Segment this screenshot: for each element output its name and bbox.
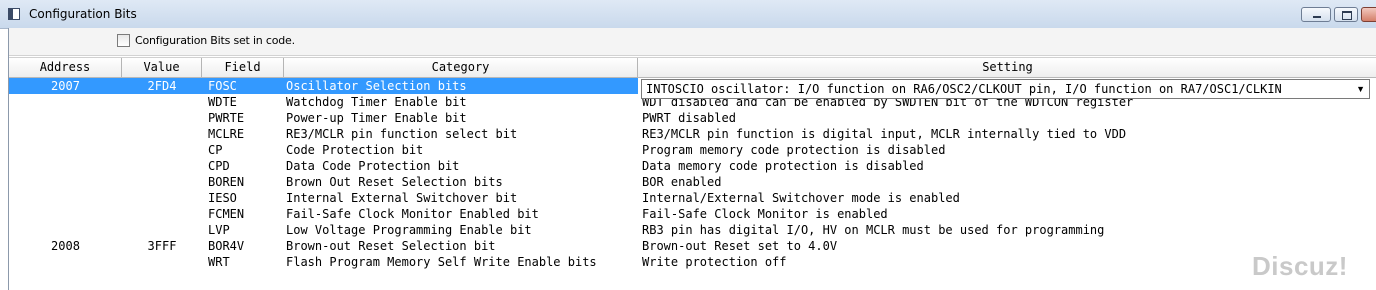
cell-setting: Data memory code protection is disabled bbox=[642, 159, 924, 173]
table-header: Address Value Field Category Setting bbox=[9, 57, 1376, 78]
cell-address bbox=[9, 206, 122, 222]
config-bits-in-code-checkbox[interactable] bbox=[117, 34, 130, 47]
window-icon bbox=[8, 8, 20, 20]
cell-category: Code Protection bit bbox=[286, 143, 424, 157]
table-row[interactable]: LVP Low Voltage Programming Enable bit RB3… bbox=[9, 222, 1376, 238]
toolstrip: Configuration Bits set in code. bbox=[9, 28, 1376, 56]
cell-value bbox=[122, 126, 202, 142]
cell-address bbox=[9, 126, 122, 142]
cell-field: PWRTE bbox=[208, 111, 245, 125]
cell-field: IESO bbox=[208, 191, 237, 205]
cell-field: BOR4V bbox=[208, 239, 245, 253]
column-header-field[interactable]: Field bbox=[202, 58, 284, 77]
cell-address bbox=[9, 174, 122, 190]
cell-category: Power-up Timer Enable bit bbox=[286, 111, 467, 125]
cell-address bbox=[9, 94, 122, 110]
table-row[interactable]: IESO Internal External Switchover bit Inte… bbox=[9, 190, 1376, 206]
chevron-down-icon[interactable]: ▼ bbox=[1356, 84, 1365, 94]
table-row[interactable]: PWRTE Power-up Timer Enable bit PWRT disab… bbox=[9, 110, 1376, 126]
cell-value: 3FFF bbox=[147, 239, 177, 253]
cell-field: WRT bbox=[208, 255, 230, 269]
cell-value bbox=[122, 222, 202, 238]
window-title: Configuration Bits bbox=[29, 7, 137, 21]
cell-category: Brown-out Reset Selection bit bbox=[286, 239, 496, 253]
cell-setting: RB3 pin has digital I/O, HV on MCLR must… bbox=[642, 223, 1105, 237]
cell-category: Fail-Safe Clock Monitor Enabled bit bbox=[286, 207, 539, 221]
config-bits-panel: Configuration Bits set in code. Address … bbox=[8, 28, 1376, 290]
cell-value bbox=[122, 254, 202, 270]
cell-category: Internal External Switchover bit bbox=[286, 191, 518, 205]
title-bar: Configuration Bits bbox=[0, 0, 1376, 29]
cell-setting: BOR enabled bbox=[642, 175, 722, 189]
column-header-category[interactable]: Category bbox=[284, 58, 638, 77]
table-row[interactable]: 2008 3FFF BOR4V Brown-out Reset Selection b… bbox=[9, 238, 1376, 254]
cell-setting: Internal/External Switchover mode is ena… bbox=[642, 191, 960, 205]
cell-value bbox=[122, 142, 202, 158]
config-bits-in-code-label: Configuration Bits set in code. bbox=[135, 34, 295, 47]
setting-dropdown-value: INTOSCIO oscillator: I/O function on RA6… bbox=[646, 82, 1282, 96]
cell-field: LVP bbox=[208, 223, 230, 237]
cell-value bbox=[122, 158, 202, 174]
cell-setting: Fail-Safe Clock Monitor is enabled bbox=[642, 207, 888, 221]
cell-value bbox=[122, 190, 202, 206]
column-header-address[interactable]: Address bbox=[9, 58, 122, 77]
watermark-logo: Discuz! bbox=[1252, 251, 1348, 281]
cell-category: Flash Program Memory Self Write Enable b… bbox=[286, 255, 597, 269]
cell-address bbox=[9, 222, 122, 238]
table-row[interactable]: FCMEN Fail-Safe Clock Monitor Enabled bit… bbox=[9, 206, 1376, 222]
cell-category: Low Voltage Programming Enable bit bbox=[286, 223, 532, 237]
cell-category: Brown Out Reset Selection bits bbox=[286, 175, 503, 189]
table-row[interactable]: MCLRE RE3/MCLR pin function select bit RE3… bbox=[9, 126, 1376, 142]
cell-category: Watchdog Timer Enable bit bbox=[286, 95, 467, 109]
cell-value bbox=[122, 206, 202, 222]
table-row[interactable]: 20072FD4FOSCOscillator Selection bitsINT… bbox=[9, 78, 638, 94]
cell-value bbox=[122, 110, 202, 126]
cell-field: BOREN bbox=[208, 175, 245, 189]
cell-value: 2FD4 bbox=[147, 79, 177, 93]
close-button[interactable] bbox=[1361, 7, 1376, 22]
cell-setting: Program memory code protection is disabl… bbox=[642, 143, 946, 157]
cell-category: RE3/MCLR pin function select bit bbox=[286, 127, 518, 141]
cell-field: CPD bbox=[208, 159, 230, 173]
cell-field: FCMEN bbox=[208, 207, 245, 221]
cell-category: Data Code Protection bit bbox=[286, 159, 460, 173]
column-header-setting[interactable]: Setting bbox=[638, 58, 1376, 77]
table-row[interactable]: CP Code Protection bit Program memory code… bbox=[9, 142, 1376, 158]
cell-category: Oscillator Selection bits bbox=[286, 79, 467, 93]
cell-field: WDTE bbox=[208, 95, 237, 109]
cell-field: FOSC bbox=[208, 79, 237, 93]
cell-field: MCLRE bbox=[208, 127, 245, 141]
cell-address bbox=[9, 254, 122, 270]
maximize-button[interactable] bbox=[1334, 7, 1358, 22]
cell-address: 2007 bbox=[51, 79, 80, 93]
cell-address bbox=[9, 142, 122, 158]
cell-setting: PWRT disabled bbox=[642, 111, 736, 125]
cell-value bbox=[122, 174, 202, 190]
cell-field: CP bbox=[208, 143, 223, 157]
table-row[interactable]: CPD Data Code Protection bit Data memory c… bbox=[9, 158, 1376, 174]
column-header-value[interactable]: Value bbox=[122, 58, 202, 77]
cell-address: 2008 bbox=[51, 239, 80, 253]
cell-address bbox=[9, 190, 122, 206]
table-row[interactable]: WRT Flash Program Memory Self Write Enabl… bbox=[9, 254, 1376, 270]
setting-dropdown[interactable]: INTOSCIO oscillator: I/O function on RA6… bbox=[641, 79, 1370, 99]
cell-address bbox=[9, 158, 122, 174]
minimize-button[interactable] bbox=[1301, 7, 1331, 22]
table-row[interactable]: BOREN Brown Out Reset Selection bits BOR e… bbox=[9, 174, 1376, 190]
cell-address bbox=[9, 110, 122, 126]
cell-setting: RE3/MCLR pin function is digital input, … bbox=[642, 127, 1127, 141]
cell-value bbox=[122, 94, 202, 110]
